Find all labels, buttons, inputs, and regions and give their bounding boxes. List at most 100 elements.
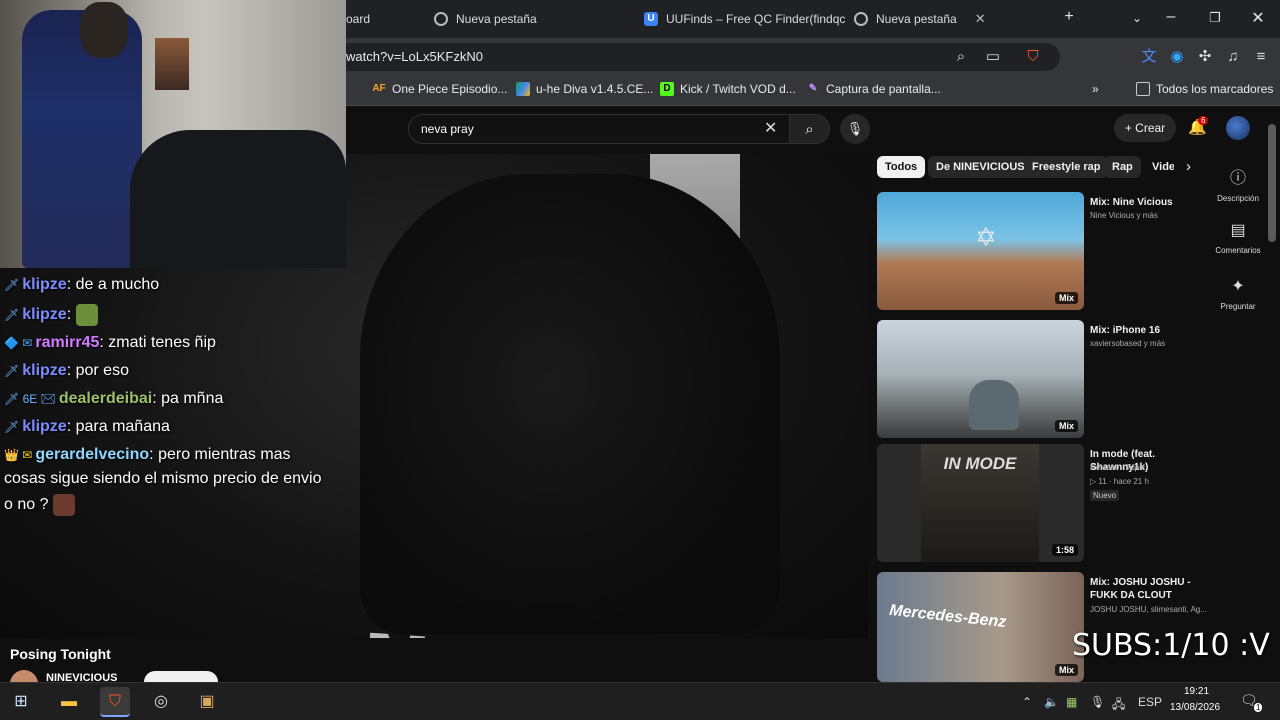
bookmark-label: u-he Diva v1.4.5.CE... [536,82,654,96]
chat-text: : pa mñna [152,390,224,407]
description-button[interactable]: ⓘ Descripción [1212,164,1264,203]
url-field[interactable]: watch?v=LoLx5KFzkN0 [330,43,1060,71]
tab-label: Nueva pestaña [876,12,957,26]
rec-title[interactable]: Mix: JOSHU JOSHU - FUKK DA CLOUT [1090,576,1208,602]
chip-videos[interactable]: Vide [1144,156,1174,178]
thumb-text: Mercedes-Benz [888,601,1007,632]
mic-tray-icon[interactable]: 🎙 [1090,695,1105,709]
thumbnail[interactable]: Mix [877,320,1084,438]
thumbnail[interactable]: IN MODE 1:58 [877,444,1084,562]
recommendation-item[interactable]: ✡ Mix Mix: Nine Vicious Nine Vicious y m… [877,192,1207,312]
extension-icon[interactable]: ◉ [1168,48,1186,66]
puzzle-icon[interactable]: ✣ [1196,48,1214,66]
album-cover: IN MODE [921,444,1039,562]
bookmark-label: Captura de pantalla... [826,82,941,96]
bookmark-diva[interactable]: u-he Diva v1.4.5.CE... [516,82,653,96]
tab-uufinds[interactable]: U UUFinds – Free QC Finder(findqc [644,6,850,32]
bookmark-one-piece[interactable]: AF One Piece Episodio... [372,82,507,96]
chat-text: cosas sigue siendo el mismo precio de en… [4,470,322,487]
folder-icon [1136,82,1150,96]
close-window-button[interactable]: ✕ [1243,8,1273,28]
chat-text: o no ? [4,496,49,514]
avatar[interactable] [1226,116,1250,140]
album-cover-text: IN MODE [943,454,1017,473]
bookmarks-overflow-icon[interactable]: » [1092,82,1099,96]
chat-text: : pero mientras mas [149,446,291,463]
clock-date[interactable]: 13/08/2026 [1170,702,1220,713]
recommendation-item[interactable]: Mercedes-Benz Mix Mix: JOSHU JOSHU - FUK… [877,572,1207,682]
minimize-button[interactable]: – [1156,8,1186,26]
tab-label: oard [346,12,371,26]
chat-text: : zmati tenes ñip [99,334,216,351]
thumbnail[interactable]: ✡ Mix [877,192,1084,310]
rec-meta: ▷ 11 · hace 21 h [1090,477,1149,486]
search-input[interactable]: neva pray [408,114,790,144]
restore-button[interactable]: ❐ [1200,10,1230,26]
brave-shield-icon[interactable]: ⛉ [1024,48,1042,66]
translate-icon[interactable]: 文 [1140,48,1158,66]
comments-button[interactable]: ▤ Comentarios [1212,220,1264,255]
bookmark-kick[interactable]: D Kick / Twitch VOD d... [660,82,796,96]
gaming-chair [130,130,346,268]
duration-tag: 1:58 [1051,544,1078,556]
tab-label: UUFinds – Free QC Finder(findqc [666,12,846,26]
chat-username: klipze [22,362,67,379]
cast-icon[interactable]: ▭ [984,48,1002,66]
chat-text: : de a mucho [66,276,160,293]
obs-icon[interactable]: ◎ [146,687,176,717]
chevron-down-icon[interactable]: ⌄ [1122,11,1152,25]
tab-new-1[interactable]: Nueva pestaña [434,6,634,32]
clock-time[interactable]: 19:21 [1184,686,1209,697]
tray-app-icon[interactable]: ▦ [1066,695,1077,709]
new-tab-button[interactable]: + [1054,8,1084,26]
video-frame-figure [360,174,780,634]
recommendation-item[interactable]: IN MODE 1:58 In mode (feat. Shawnny1k) R… [877,444,1207,564]
description-label: Descripción [1217,194,1259,203]
brave-taskbar-icon[interactable]: ⛉ [100,687,130,717]
thumbnail[interactable]: Mercedes-Benz Mix [877,572,1084,682]
sword-badge-icon: 🗡 [4,278,20,292]
face-emote-icon [52,494,75,516]
search-button[interactable]: ⌕ [790,114,830,144]
tray-expand-icon[interactable]: ⌃ [1022,695,1032,709]
create-label: Crear [1135,121,1166,135]
android-emote-icon [75,304,98,326]
language-indicator[interactable]: ESP [1138,695,1162,709]
network-icon[interactable]: 🖧 [1112,695,1125,716]
rec-title[interactable]: Mix: iPhone 16 [1090,324,1208,337]
volume-icon[interactable]: 🔈 [1044,695,1059,709]
mix-tag: Mix [1054,420,1078,432]
tab-new-2[interactable]: Nueva pestaña ✕ [854,6,1054,32]
voice-search-button[interactable]: 🎙 [840,114,870,144]
rec-title[interactable]: Mix: Nine Vicious [1090,196,1208,209]
bookmark-captura[interactable]: ✎ Captura de pantalla... [806,82,941,96]
chat-username: dealerdeibai [58,390,153,407]
clear-search-icon[interactable]: ✕ [764,118,777,138]
mix-tag: Mix [1054,292,1078,304]
create-button[interactable]: + Crear [1114,114,1176,142]
kick-icon: D [660,82,674,96]
ask-button[interactable]: ✦ Preguntar [1212,276,1264,311]
file-explorer-icon[interactable]: ▬ [54,687,84,717]
app-icon[interactable]: ▣ [192,687,222,717]
chip-rap[interactable]: Rap [1104,156,1141,178]
chat-message: 🔷 ✉ ramirr45: zmati tenes ñip [4,334,216,352]
chevron-right-icon[interactable]: › [1186,158,1191,175]
tab-dashboard[interactable]: oard [346,6,426,32]
zoom-icon[interactable]: ⌕ [952,48,970,66]
scrollbar[interactable] [1268,124,1276,242]
mic-icon: 🎙 [846,121,864,136]
close-tab-icon[interactable]: ✕ [975,11,986,27]
windows-start-icon[interactable]: ⊞ [6,687,36,717]
streamer-figure [22,2,142,268]
chip-de-ninevicious[interactable]: De NINEVICIOUS [928,156,1033,178]
bookmark-label: Kick / Twitch VOD d... [680,82,796,96]
info-icon: ⓘ [1229,170,1246,187]
chip-freestyle-rap[interactable]: Freestyle rap [1024,156,1109,178]
menu-icon[interactable]: ≡ [1252,48,1270,66]
sword-badge-icon: 🗡 [4,420,20,434]
recommendation-item[interactable]: Mix Mix: iPhone 16 xaviersobased y más [877,320,1207,440]
chip-todos[interactable]: Todos [877,156,926,178]
all-bookmarks[interactable]: Todos los marcadores [1136,82,1273,96]
music-icon[interactable]: ♫ [1224,48,1242,66]
